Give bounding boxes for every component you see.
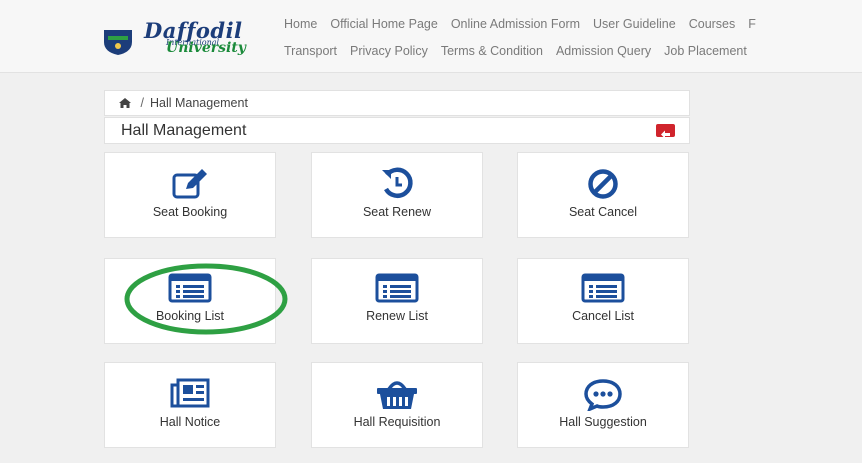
- nav-terms-condition[interactable]: Terms & Condition: [441, 44, 543, 58]
- breadcrumb-current: Hall Management: [149, 96, 248, 110]
- nav-truncated-item[interactable]: F: [748, 17, 756, 31]
- nav-transport[interactable]: Transport: [284, 44, 337, 58]
- nav-official-home-page[interactable]: Official Home Page: [330, 17, 437, 31]
- tile-label: Hall Suggestion: [559, 415, 647, 429]
- breadcrumb-separator: /: [140, 96, 144, 110]
- tile-cancel-list[interactable]: Cancel List: [517, 258, 689, 344]
- arrow-left-icon: [661, 130, 670, 139]
- nav-home[interactable]: Home: [284, 17, 317, 31]
- home-icon[interactable]: [119, 98, 131, 108]
- newspaper-icon: [170, 378, 210, 408]
- tile-label: Hall Requisition: [353, 415, 441, 429]
- basket-icon: [377, 381, 417, 409]
- crest-icon: [104, 30, 132, 55]
- brand-name-2: University: [166, 40, 246, 56]
- panel-header: Hall Management: [104, 117, 690, 144]
- nav-job-placement[interactable]: Job Placement: [664, 44, 747, 58]
- ban-icon: [588, 169, 618, 199]
- nav-user-guideline[interactable]: User Guideline: [593, 17, 676, 31]
- nav-courses[interactable]: Courses: [689, 17, 736, 31]
- tile-label: Booking List: [155, 309, 225, 323]
- page-title: Hall Management: [121, 122, 247, 139]
- tile-hall-notice[interactable]: Hall Notice: [104, 362, 276, 448]
- edit-icon: [172, 169, 207, 199]
- nav-row-secondary: Transport Privacy Policy Terms & Condition…: [284, 44, 760, 58]
- tile-seat-renew[interactable]: Seat Renew: [311, 152, 483, 238]
- tile-label: Seat Booking: [152, 205, 228, 219]
- tile-hall-suggestion[interactable]: Hall Suggestion: [517, 362, 689, 448]
- list-icon: [168, 273, 212, 303]
- university-logo[interactable]: Daffodil International University: [100, 18, 260, 58]
- nav-admission-query[interactable]: Admission Query: [556, 44, 651, 58]
- renew-icon: [382, 167, 413, 199]
- comment-icon: [584, 379, 622, 411]
- nav-privacy-policy[interactable]: Privacy Policy: [350, 44, 428, 58]
- list-icon: [581, 273, 625, 303]
- tile-label: Seat Renew: [362, 205, 432, 219]
- tile-seat-booking[interactable]: Seat Booking: [104, 152, 276, 238]
- nav-row-primary: Home Official Home Page Online Admission F…: [284, 17, 769, 31]
- breadcrumb: / Hall Management: [104, 90, 690, 116]
- tile-renew-list[interactable]: Renew List: [311, 258, 483, 344]
- nav-online-admission-form[interactable]: Online Admission Form: [451, 17, 580, 31]
- list-icon: [375, 273, 419, 303]
- tile-hall-requisition[interactable]: Hall Requisition: [311, 362, 483, 448]
- tile-booking-list[interactable]: Booking List: [104, 258, 276, 344]
- top-navbar: Daffodil International University Home Of…: [0, 0, 862, 73]
- back-button[interactable]: [656, 124, 675, 139]
- tile-label: Cancel List: [572, 309, 634, 323]
- tile-label: Hall Notice: [159, 415, 221, 429]
- tile-seat-cancel[interactable]: Seat Cancel: [517, 152, 689, 238]
- tile-label: Seat Cancel: [568, 205, 638, 219]
- tile-label: Renew List: [366, 309, 428, 323]
